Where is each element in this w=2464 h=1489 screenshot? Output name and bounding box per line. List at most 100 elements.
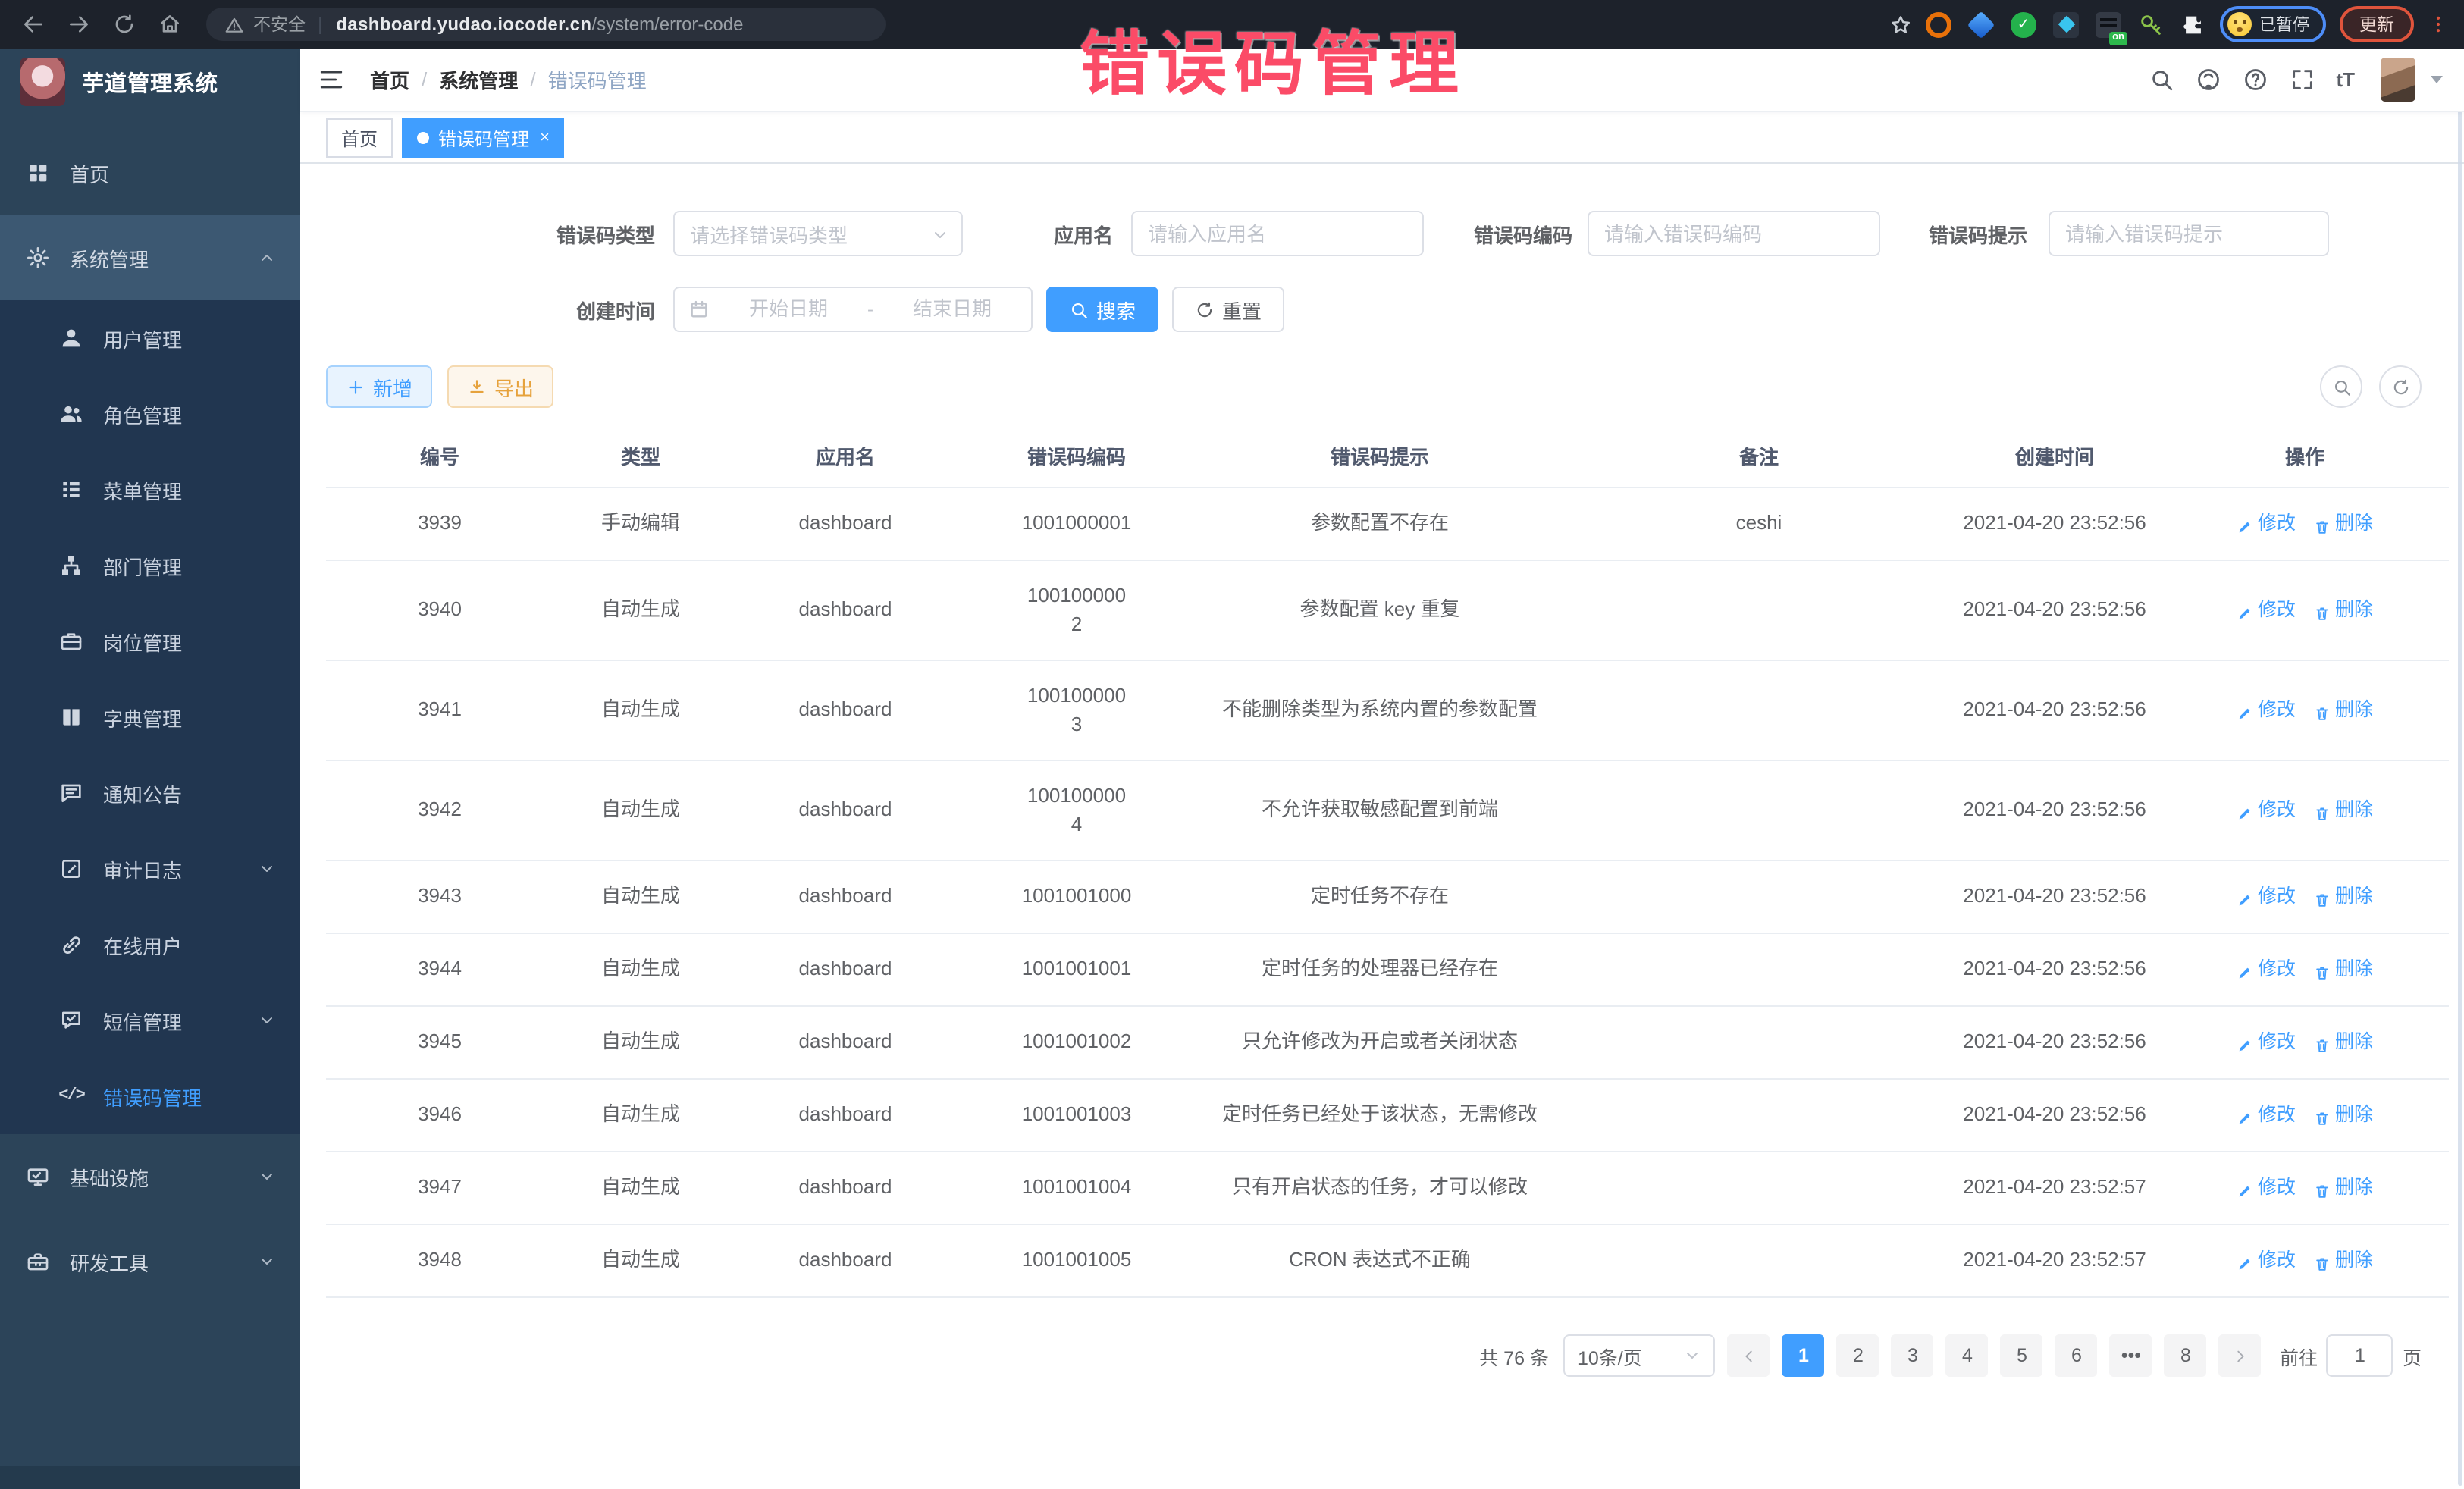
delete-link[interactable]: 删除 <box>2314 1247 2373 1274</box>
search-button[interactable]: 搜索 <box>1046 287 1158 332</box>
tab-close-icon[interactable]: × <box>540 130 550 146</box>
delete-link[interactable]: 删除 <box>2314 697 2373 724</box>
table-row[interactable]: 3943自动生成dashboard1001001000定时任务不存在2021-0… <box>326 861 2449 934</box>
sidebar-item-岗位管理[interactable]: 岗位管理 <box>0 603 300 679</box>
edit-link[interactable]: 修改 <box>2237 510 2296 538</box>
ext-blue-gem-icon[interactable] <box>1967 11 1995 39</box>
error-msg-input[interactable] <box>2050 212 2328 255</box>
sidebar-item-短信管理[interactable]: 短信管理 <box>0 983 300 1058</box>
start-date-input[interactable] <box>710 297 867 320</box>
toggle-search-button[interactable] <box>2320 365 2362 408</box>
fullscreen-icon[interactable] <box>2289 67 2315 92</box>
edit-link[interactable]: 修改 <box>2237 956 2296 983</box>
browser-profile-chip[interactable]: 已暂停 <box>2220 6 2326 42</box>
github-icon[interactable] <box>2195 67 2221 92</box>
delete-link[interactable]: 删除 <box>2314 510 2373 538</box>
ext-blue-diamond-icon[interactable] <box>2053 11 2079 37</box>
table-row[interactable]: 3940自动生成dashboard1001000002参数配置 key 重复20… <box>326 561 2449 661</box>
hamburger-icon[interactable] <box>318 67 344 92</box>
sidebar-item-研发工具[interactable]: 研发工具 <box>0 1219 300 1304</box>
page-scrollbar[interactable] <box>2458 49 2462 1486</box>
page-ellipsis-button[interactable]: ••• <box>2110 1334 2152 1377</box>
error-type-select[interactable]: 请选择错误码类型 <box>673 211 963 256</box>
table-row[interactable]: 3939手动编辑dashboard1001000001参数配置不存在ceshi2… <box>326 488 2449 561</box>
sidebar-item-角色管理[interactable]: 角色管理 <box>0 376 300 452</box>
reload-icon[interactable] <box>112 12 136 36</box>
sidebar-item-审计日志[interactable]: 审计日志 <box>0 831 300 907</box>
sidebar-item-错误码管理[interactable]: </>错误码管理 <box>0 1058 300 1134</box>
table-row[interactable]: 3947自动生成dashboard1001001004只有开启状态的任务，才可以… <box>326 1152 2449 1225</box>
edit-link[interactable]: 修改 <box>2237 883 2296 911</box>
table-row[interactable]: 3945自动生成dashboard1001001002只允许修改为开启或者关闭状… <box>326 1007 2449 1080</box>
ext-orange-ring-icon[interactable] <box>1926 11 1951 37</box>
delete-link[interactable]: 删除 <box>2314 597 2373 624</box>
edit-link[interactable]: 修改 <box>2237 697 2296 724</box>
sidebar-item-用户管理[interactable]: 用户管理 <box>0 300 300 376</box>
address-bar[interactable]: 不安全 | dashboard.yudao.iocoder.cn/system/… <box>206 8 886 41</box>
page-button-8[interactable]: 8 <box>2165 1334 2207 1377</box>
delete-link[interactable]: 删除 <box>2314 1174 2373 1202</box>
breadcrumb-system[interactable]: 系统管理 <box>439 65 518 94</box>
home-icon[interactable] <box>158 12 182 36</box>
sidebar-item-字典管理[interactable]: 字典管理 <box>0 679 300 755</box>
edit-link[interactable]: 修改 <box>2237 1247 2296 1274</box>
page-button-6[interactable]: 6 <box>2055 1334 2098 1377</box>
page-button-5[interactable]: 5 <box>2001 1334 2043 1377</box>
page-button-2[interactable]: 2 <box>1837 1334 1879 1377</box>
bookmark-star-icon[interactable] <box>1889 13 1912 36</box>
app-name-input[interactable] <box>1133 212 1422 255</box>
edit-link[interactable]: 修改 <box>2237 1174 2296 1202</box>
sidebar-item-基础设施[interactable]: 基础设施 <box>0 1134 300 1219</box>
sidebar-item-系统管理[interactable]: 系统管理 <box>0 215 300 300</box>
sidebar-item-菜单管理[interactable]: 菜单管理 <box>0 452 300 528</box>
add-button[interactable]: 新增 <box>326 365 432 408</box>
edit-link[interactable]: 修改 <box>2237 797 2296 824</box>
sidebar-item-部门管理[interactable]: 部门管理 <box>0 528 300 603</box>
prev-page-button[interactable] <box>1728 1334 1770 1377</box>
page-button-4[interactable]: 4 <box>1946 1334 1989 1377</box>
sidebar-item-首页[interactable]: 首页 <box>0 130 300 215</box>
tab-home[interactable]: 首页 <box>326 118 393 158</box>
delete-link[interactable]: 删除 <box>2314 1029 2373 1056</box>
reset-button[interactable]: 重置 <box>1172 287 1284 332</box>
ext-green-check-icon[interactable]: ✓ <box>2011 11 2036 37</box>
back-icon[interactable] <box>21 12 45 36</box>
edit-link[interactable]: 修改 <box>2237 1029 2296 1056</box>
end-date-input[interactable] <box>873 297 1031 320</box>
sidebar-collapse-bar[interactable] <box>0 1466 300 1489</box>
chrome-update-button[interactable]: 更新 <box>2340 6 2414 42</box>
avatar-caret-icon[interactable] <box>2431 76 2443 83</box>
sidebar-item-在线用户[interactable]: 在线用户 <box>0 907 300 983</box>
font-size-icon[interactable]: tT <box>2336 68 2355 91</box>
jump-page-input[interactable] <box>2327 1334 2393 1377</box>
tab-error-code[interactable]: 错误码管理 × <box>402 118 565 158</box>
delete-link[interactable]: 删除 <box>2314 956 2373 983</box>
ext-onetab-icon[interactable]: on <box>2096 11 2121 37</box>
ext-puzzle-icon[interactable] <box>2180 11 2206 37</box>
edit-link[interactable]: 修改 <box>2237 1102 2296 1129</box>
app-logo-row[interactable]: 芋道管理系统 <box>0 49 300 115</box>
forward-icon[interactable] <box>67 12 91 36</box>
delete-link[interactable]: 删除 <box>2314 1102 2373 1129</box>
table-row[interactable]: 3948自动生成dashboard1001001005CRON 表达式不正确20… <box>326 1225 2449 1298</box>
export-button[interactable]: 导出 <box>447 365 553 408</box>
error-code-input[interactable] <box>1589 212 1879 255</box>
table-row[interactable]: 3944自动生成dashboard1001001001定时任务的处理器已经存在2… <box>326 934 2449 1007</box>
sidebar-item-通知公告[interactable]: 通知公告 <box>0 755 300 831</box>
help-icon[interactable] <box>2242 67 2268 92</box>
page-size-select[interactable]: 10条/页 <box>1564 1334 1716 1377</box>
page-button-3[interactable]: 3 <box>1892 1334 1934 1377</box>
page-button-1[interactable]: 1 <box>1782 1334 1825 1377</box>
refresh-table-button[interactable] <box>2379 365 2422 408</box>
ext-key-icon[interactable] <box>2138 11 2164 37</box>
next-page-button[interactable] <box>2219 1334 2262 1377</box>
date-range-picker[interactable]: - <box>673 287 1033 332</box>
table-row[interactable]: 3942自动生成dashboard1001000004不允许获取敏感配置到前端2… <box>326 761 2449 861</box>
breadcrumb-home[interactable]: 首页 <box>370 65 409 94</box>
user-avatar[interactable] <box>2381 58 2415 102</box>
table-row[interactable]: 3941自动生成dashboard1001000003不能删除类型为系统内置的参… <box>326 661 2449 761</box>
table-row[interactable]: 3946自动生成dashboard1001001003定时任务已经处于该状态，无… <box>326 1080 2449 1152</box>
browser-menu-icon[interactable] <box>2428 12 2449 36</box>
edit-link[interactable]: 修改 <box>2237 597 2296 624</box>
search-icon[interactable] <box>2148 67 2174 92</box>
